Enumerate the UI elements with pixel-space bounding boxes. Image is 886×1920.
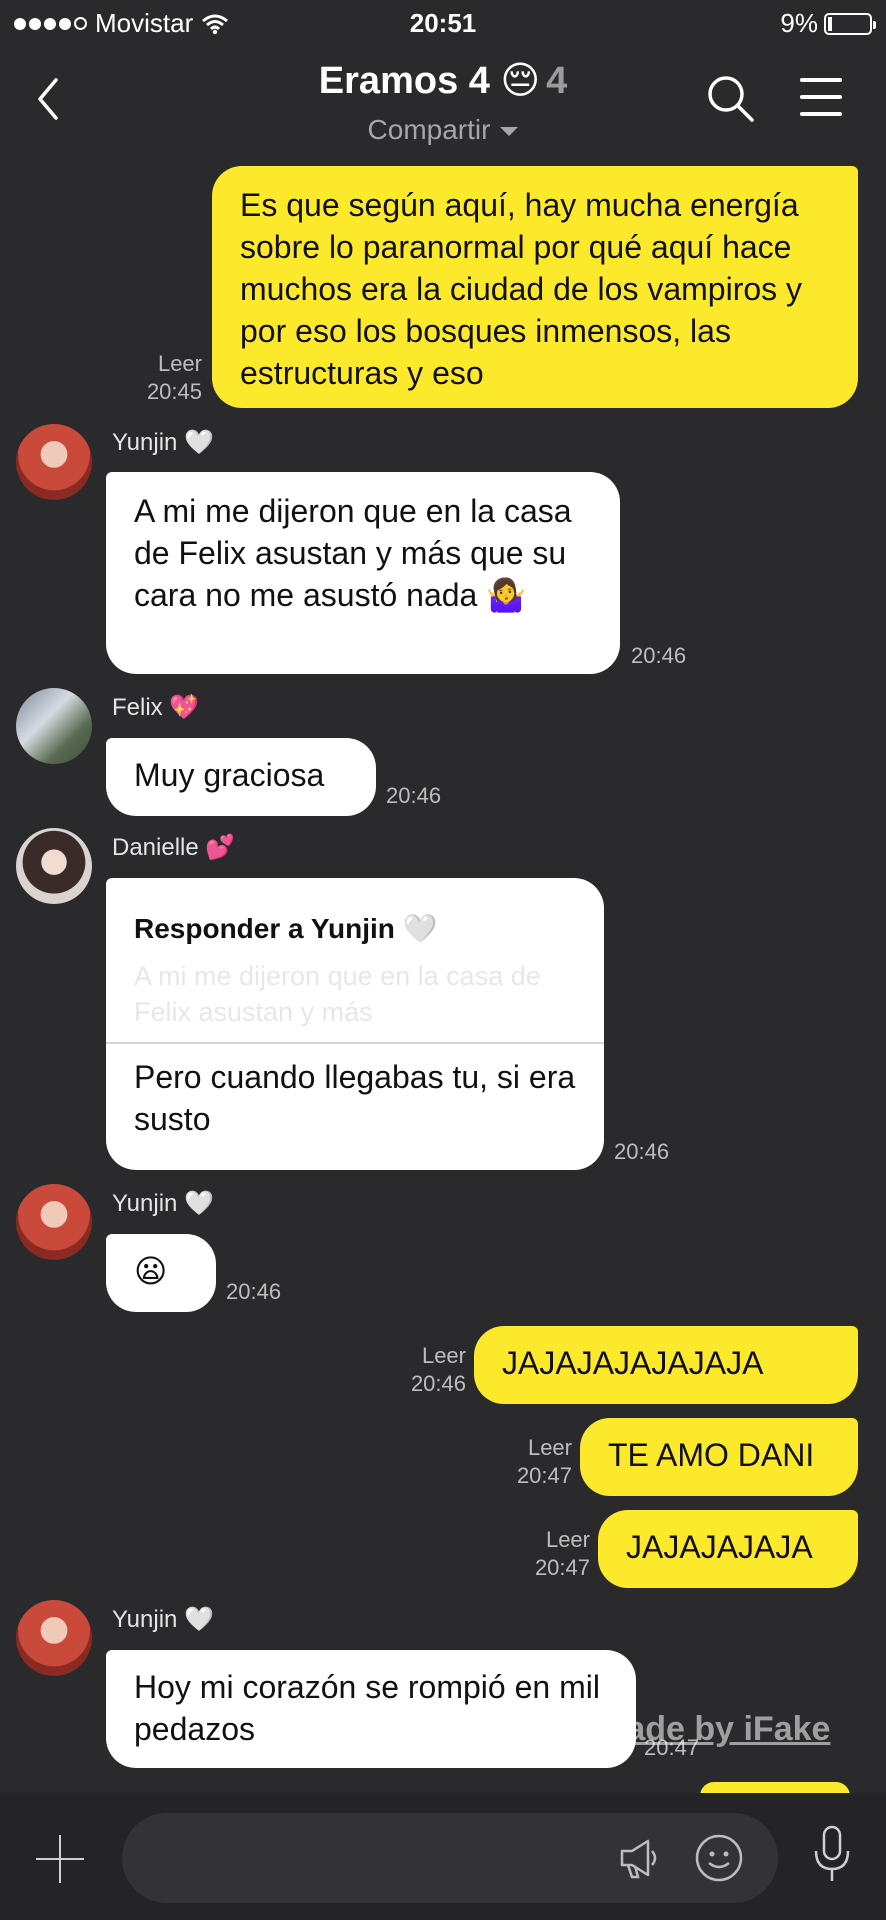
read-label: Leer — [545, 1527, 590, 1552]
avatar-yunjin[interactable] — [16, 424, 92, 500]
message-time: 20:47 — [516, 1463, 572, 1488]
message-time: 20:46 — [226, 1279, 282, 1304]
avatar-yunjin[interactable] — [16, 1184, 92, 1260]
message-time: 20:46 — [386, 783, 442, 808]
message-text: JAJAJAJAJA — [626, 1529, 813, 1565]
message-time: 20:45 — [146, 379, 202, 404]
menu-icon[interactable] — [800, 78, 842, 129]
message-text: Es que según aquí, hay mucha energía sob… — [240, 187, 803, 391]
incoming-message[interactable]: A mi me dijeron que en la casa de Felix … — [106, 472, 620, 674]
outgoing-message[interactable]: JAJAJAJAJAJAJA — [474, 1326, 858, 1404]
composer-bar — [0, 1793, 886, 1920]
avatar-felix[interactable] — [16, 688, 92, 764]
reply-divider — [106, 1042, 604, 1044]
incoming-message[interactable]: Muy graciosa — [106, 738, 376, 816]
member-count: 4 — [546, 60, 568, 102]
incoming-message[interactable]: 😦 — [106, 1234, 216, 1312]
outgoing-message[interactable]: TE AMO DANI — [580, 1418, 858, 1496]
chat-title-text: Eramos 4 😔 — [318, 60, 541, 102]
message-input[interactable] — [122, 1813, 778, 1903]
incoming-message[interactable]: Hoy mi corazón se rompió en mil pedazos — [106, 1650, 636, 1768]
battery-percent: 9% — [780, 8, 818, 38]
microphone-icon[interactable] — [812, 1825, 852, 1885]
battery-icon — [824, 12, 876, 35]
sender-name: Felix 💖 — [112, 694, 200, 721]
read-receipt-time: Leer 20:47 — [486, 1434, 572, 1490]
message-text: Hoy mi corazón se rompió en mil pedazos — [134, 1669, 600, 1747]
read-label: Leer — [421, 1343, 466, 1368]
outgoing-message[interactable]: JAJAJAJAJA — [598, 1510, 858, 1588]
search-icon[interactable] — [706, 74, 756, 124]
message-text: 😦 — [134, 1253, 168, 1289]
status-bar: Movistar 20:51 9% — [0, 0, 886, 50]
message-text: A mi me dijeron que en la casa de Felix … — [134, 493, 572, 613]
megaphone-icon[interactable] — [616, 1835, 662, 1881]
outgoing-message[interactable]: Es que según aquí, hay mucha energía sob… — [212, 166, 858, 408]
message-time: 20:46 — [631, 643, 687, 668]
avatar-yunjin[interactable] — [16, 1600, 92, 1676]
read-receipt-time: Leer 20:45 — [120, 350, 202, 406]
read-label: Leer — [157, 351, 202, 376]
emoji-icon[interactable] — [694, 1833, 744, 1883]
status-right: 9% — [780, 8, 876, 39]
message-text: Muy graciosa — [134, 757, 325, 793]
watermark: Made by iFake — [598, 1710, 831, 1748]
plus-icon[interactable] — [36, 1835, 84, 1883]
chat-header: Eramos 4 😔 4 Compartir — [0, 50, 886, 160]
message-text: Pero cuando llegabas tu, si era susto — [134, 1059, 576, 1137]
reply-quote: A mi me dijeron que en la casa de Felix … — [134, 961, 541, 1027]
message-text: JAJAJAJAJAJAJA — [502, 1345, 764, 1381]
reply-label: Responder a Yunjin 🤍 — [134, 913, 438, 944]
message-time: 20:46 — [614, 1139, 670, 1164]
status-time: 20:51 — [409, 8, 477, 38]
caret-down-icon — [500, 127, 519, 137]
message-time: 20:46 — [410, 1371, 466, 1396]
share-label: Compartir — [367, 114, 491, 145]
sender-name: Danielle 💕 — [112, 834, 236, 861]
sender-name: Yunjin 🤍 — [112, 1190, 214, 1217]
read-receipt-time: Leer 20:46 — [380, 1342, 466, 1398]
sender-name: Yunjin 🤍 — [112, 429, 214, 456]
avatar-danielle[interactable] — [16, 828, 92, 904]
sender-name: Yunjin 🤍 — [112, 1606, 214, 1633]
message-text: TE AMO DANI — [608, 1437, 815, 1473]
read-label: Leer — [527, 1435, 572, 1460]
incoming-reply-message[interactable]: Responder a Yunjin 🤍 A mi me dijeron que… — [106, 878, 604, 1170]
read-receipt-time: Leer 20:47 — [504, 1526, 590, 1582]
message-time: 20:47 — [534, 1555, 590, 1580]
